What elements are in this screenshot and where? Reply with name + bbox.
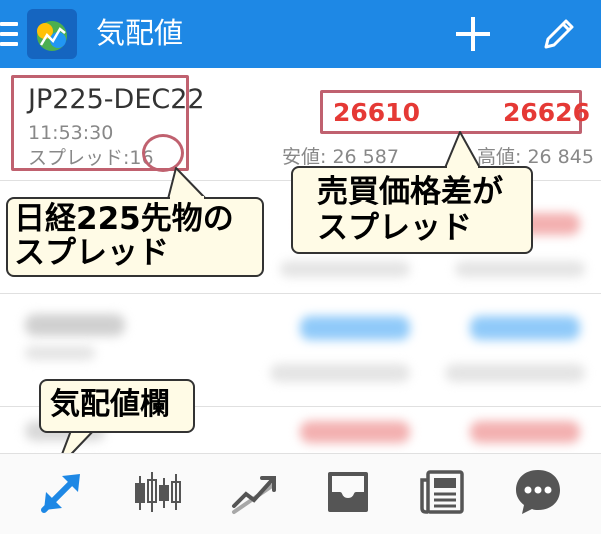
news-icon[interactable]	[418, 466, 470, 518]
right-callout: 売買価格差が スプレッド	[291, 166, 533, 254]
blurred-low	[270, 364, 410, 382]
blurred-high	[445, 364, 585, 382]
ask-price: 26626	[503, 98, 590, 127]
bottom-tail-joint	[74, 426, 94, 430]
metatrader-logo-icon	[27, 9, 77, 59]
blurred-bid	[300, 421, 410, 443]
right-callout-line1: 売買価格差が	[317, 174, 503, 210]
spread-value-circle	[142, 134, 184, 172]
quote-row-jp225[interactable]: JP225-DEC22 11:53:30 スプレッド:16 26610 2662…	[0, 68, 601, 181]
left-callout-line2: スプレッド	[14, 235, 169, 271]
page-title: 気配値	[96, 16, 184, 50]
blurred-ask	[470, 421, 580, 443]
history-icon[interactable]	[322, 466, 374, 518]
left-tail-joint	[170, 196, 204, 200]
left-callout-line1: 日経225先物の	[14, 201, 234, 237]
blurred-high	[455, 261, 585, 277]
high-label: 高値:	[477, 146, 522, 168]
chat-icon[interactable]	[512, 466, 564, 518]
app-header: 気配値	[0, 0, 601, 68]
high-value: 26 845	[527, 146, 594, 168]
left-callout: 日経225先物の スプレッド	[6, 197, 264, 277]
bid-price: 26610	[333, 98, 420, 127]
right-tail-joint	[447, 166, 478, 169]
low-value: 26 587	[332, 146, 399, 168]
trade-icon[interactable]	[228, 466, 280, 518]
bottom-navigation	[0, 453, 601, 534]
chart-icon[interactable]	[132, 466, 184, 518]
blurred-time	[25, 346, 95, 360]
plus-icon[interactable]	[452, 13, 494, 55]
blurred-ask	[470, 316, 580, 340]
right-callout-line2: スプレッド	[317, 210, 472, 246]
bottom-callout: 気配値欄	[39, 379, 195, 433]
pencil-icon[interactable]	[538, 13, 580, 55]
low-label: 安値:	[282, 146, 327, 168]
hamburger-menu-icon[interactable]	[0, 22, 18, 46]
blurred-symbol	[25, 314, 125, 336]
blurred-low	[280, 261, 410, 277]
blurred-bid	[300, 316, 410, 340]
bottom-callout-text: 気配値欄	[50, 387, 170, 422]
quotes-icon[interactable]	[36, 466, 88, 518]
